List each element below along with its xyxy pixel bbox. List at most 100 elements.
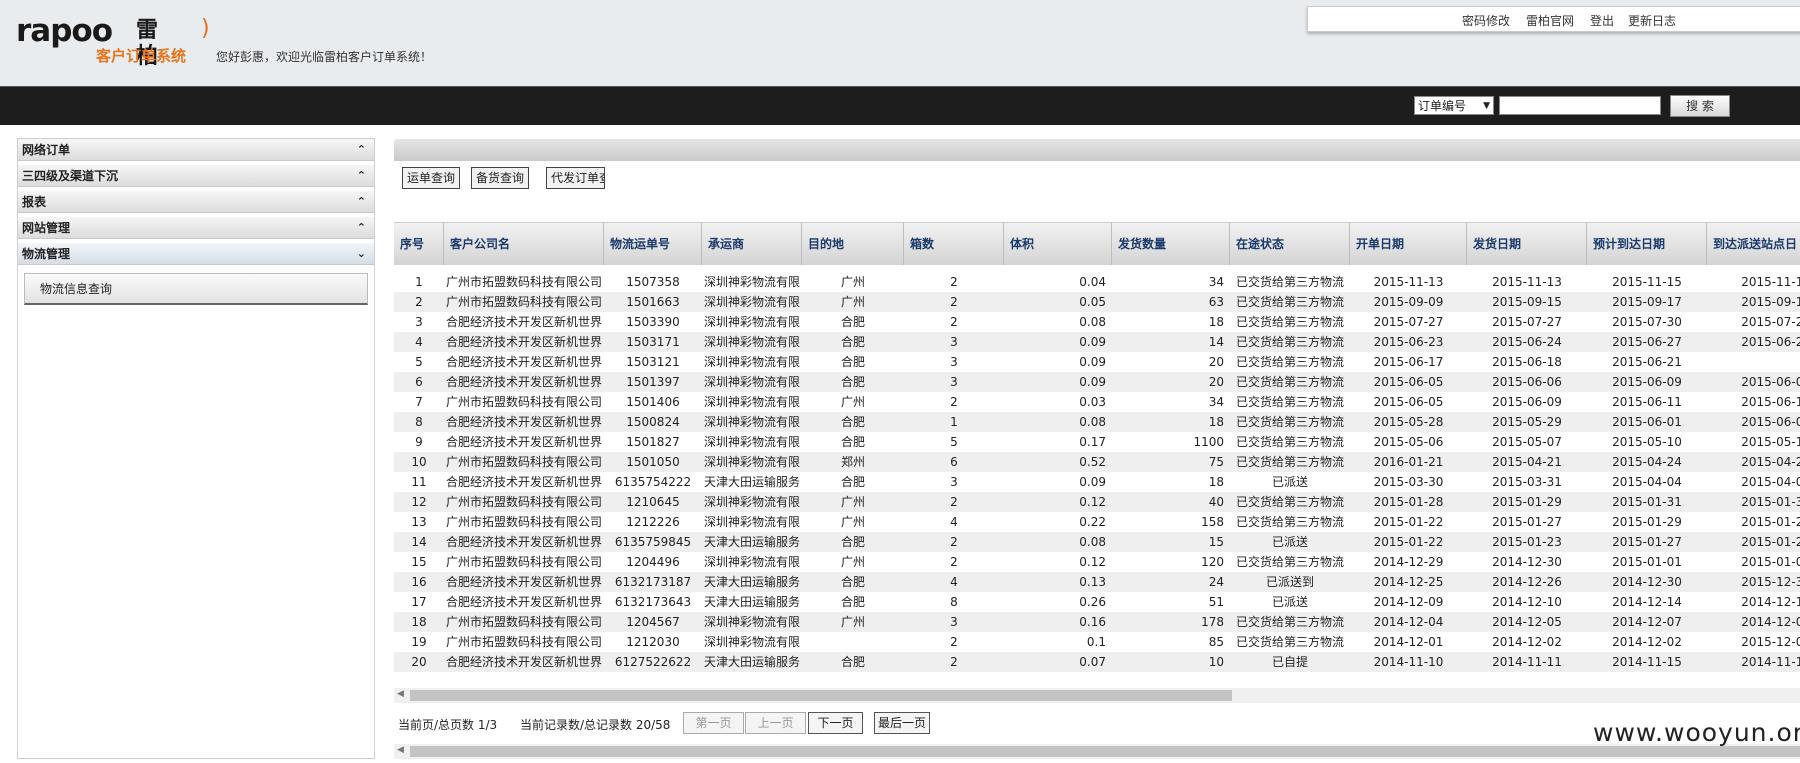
- cell-col-carrier: 深圳神彩物流有限: [704, 615, 801, 629]
- cell-col-ship-date: 2014-12-05: [1492, 615, 1562, 629]
- sidebar-item-reports[interactable]: 报表 ⌃: [18, 191, 374, 213]
- cell-col-quantity: 34: [1208, 395, 1224, 409]
- table-row[interactable]: 6 合肥经济技术开发区新机世界 1501397 深圳神彩物流有限 合肥 3 0.09 20 已交…: [394, 372, 1800, 392]
- table-row[interactable]: 9 合肥经济技术开发区新机世界 1501827 深圳神彩物流有限 合肥 5 0.17 1100…: [394, 432, 1800, 452]
- table-row[interactable]: 17 合肥经济技术开发区新机世界 6132173643 天津大田运输服务 合肥 8 0.26…: [394, 592, 1800, 612]
- cell-col-status: 已自提: [1271, 655, 1308, 669]
- cell-col-waybill: 1501406: [626, 395, 680, 409]
- sidebar-item-online-orders[interactable]: 网络订单 ⌃: [18, 139, 374, 161]
- first-page-button[interactable]: 第一页: [683, 712, 744, 734]
- page-horizontal-scrollbar[interactable]: ◀: [394, 744, 1800, 759]
- cell-col-status: 已交货给第三方物流: [1235, 635, 1344, 649]
- prev-page-button[interactable]: 上一页: [745, 712, 806, 734]
- table-row[interactable]: 10 广州市拓盟数码科技有限公司 1501050 深圳神彩物流有限 郑州 6 0.52 75 已…: [394, 452, 1800, 472]
- cell-col-volume: 0.12: [1079, 555, 1106, 569]
- cell-col-ship-date: 2015-11-13: [1492, 275, 1562, 289]
- cell-col-waybill: 1500824: [626, 415, 680, 429]
- cell-col-destination: 合肥: [840, 375, 865, 389]
- cell-col-eta: 2015-01-29: [1612, 515, 1682, 529]
- table-row[interactable]: 12 广州市拓盟数码科技有限公司 1210645 深圳神彩物流有限 广州 2 0.12 40 已…: [394, 492, 1800, 512]
- cell-col-carrier: 深圳神彩物流有限: [704, 515, 801, 529]
- sidebar-item-site-admin[interactable]: 网站管理 ⌃: [18, 217, 374, 239]
- cell-col-index: 3: [415, 315, 423, 329]
- cell-col-destination: 广州: [840, 295, 865, 309]
- table-row[interactable]: 19 广州市拓盟数码科技有限公司 1212030 深圳神彩物流有限 2 0.1 85 已交货给…: [394, 632, 1800, 652]
- cell-col-volume: 0.1: [1086, 635, 1106, 649]
- table-row[interactable]: 5 合肥经济技术开发区新机世界 1503121 深圳神彩物流有限 合肥 3 0.09 20 已交…: [394, 352, 1800, 372]
- table-row[interactable]: 15 广州市拓盟数码科技有限公司 1204496 深圳神彩物流有限 广州 2 0.12 120…: [394, 552, 1800, 572]
- scroll-left-icon[interactable]: ◀: [397, 689, 404, 699]
- cell-col-company: 合肥经济技术开发区新机世界: [446, 355, 603, 369]
- cell-col-volume: 0.22: [1079, 515, 1106, 529]
- table-row[interactable]: 2 广州市拓盟数码科技有限公司 1501663 深圳神彩物流有限 广州 2 0.05 63 已交…: [394, 292, 1800, 312]
- sidebar-subitem-logistics-query[interactable]: 物流信息查询: [24, 273, 368, 305]
- cell-col-status: 已交货给第三方物流: [1235, 275, 1344, 289]
- last-page-button[interactable]: 最后一页: [874, 712, 930, 734]
- table-row[interactable]: 18 广州市拓盟数码科技有限公司 1204567 深圳神彩物流有限 广州 3 0.16 178…: [394, 612, 1800, 632]
- cell-col-status: 已派送: [1271, 535, 1308, 549]
- cell-col-waybill: 6132173187: [614, 575, 692, 589]
- table-row[interactable]: 14 合肥经济技术开发区新机世界 6135759845 天津大田运输服务 合肥 2 0.08…: [394, 532, 1800, 552]
- cell-col-arrival: 2015-01-02: [1741, 555, 1800, 569]
- table-row[interactable]: 16 合肥经济技术开发区新机世界 6132173187 天津大田运输服务 合肥 4 0.13…: [394, 572, 1800, 592]
- cell-col-volume: 0.16: [1079, 615, 1106, 629]
- table-row[interactable]: 7 广州市拓盟数码科技有限公司 1501406 深圳神彩物流有限 广州 2 0.03 34 已交…: [394, 392, 1800, 412]
- scroll-left-icon[interactable]: ◀: [397, 745, 404, 755]
- sidebar-item-channel[interactable]: 三四级及渠道下沉 ⌃: [18, 165, 374, 187]
- cell-col-status: 已交货给第三方物流: [1235, 375, 1344, 389]
- cell-col-arrival: 2014-11-15: [1741, 655, 1800, 669]
- table-row[interactable]: 13 广州市拓盟数码科技有限公司 1212226 深圳神彩物流有限 广州 4 0.22 158…: [394, 512, 1800, 532]
- changelog-link[interactable]: 更新日志: [1628, 12, 1676, 29]
- search-button[interactable]: 搜 索: [1670, 95, 1730, 117]
- table-row[interactable]: 11 合肥经济技术开发区新机世界 6135754222 天津大田运输服务 合肥 3 0.09…: [394, 472, 1800, 492]
- cell-col-boxes: 8: [950, 595, 958, 609]
- chevron-up-icon: ⌃: [356, 169, 366, 182]
- cell-col-carrier: 深圳神彩物流有限: [704, 375, 801, 389]
- table-horizontal-scrollbar[interactable]: ◀: [394, 688, 1800, 703]
- cell-col-boxes: 1: [950, 415, 958, 429]
- cell-col-waybill: 1503390: [626, 315, 680, 329]
- cell-col-waybill: 1503121: [626, 355, 680, 369]
- cell-col-ship-date: 2014-11-11: [1492, 655, 1562, 669]
- cell-col-quantity: 85: [1208, 635, 1224, 649]
- cell-col-ship-date: 2015-07-27: [1492, 315, 1562, 329]
- cell-col-eta: 2015-06-27: [1612, 335, 1682, 349]
- table-row[interactable]: 3 合肥经济技术开发区新机世界 1503390 深圳神彩物流有限 合肥 2 0.08 18 已交…: [394, 312, 1800, 332]
- tab-dropship-query[interactable]: 代发订单查: [546, 167, 605, 189]
- scrollbar-thumb[interactable]: [410, 746, 1800, 757]
- cell-col-volume: 0.04: [1079, 275, 1106, 289]
- cell-col-index: 19: [411, 635, 427, 649]
- cell-col-carrier: 深圳神彩物流有限: [704, 335, 801, 349]
- cell-col-volume: 0.09: [1079, 375, 1106, 389]
- cell-col-quantity: 120: [1201, 555, 1224, 569]
- cell-col-waybill: 6127522622: [614, 655, 692, 669]
- next-page-button[interactable]: 下一页: [808, 712, 863, 734]
- sidebar-item-label: 物流管理: [22, 247, 71, 261]
- table-row[interactable]: 1 广州市拓盟数码科技有限公司 1507358 深圳神彩物流有限 广州 2 0.04 34 已交…: [394, 272, 1800, 292]
- cell-col-volume: 0.09: [1079, 355, 1106, 369]
- cell-col-eta: 2015-07-30: [1612, 315, 1682, 329]
- cell-col-waybill: 1501827: [626, 435, 680, 449]
- cell-col-company: 合肥经济技术开发区新机世界: [446, 315, 603, 329]
- logout-link[interactable]: 登出: [1590, 12, 1614, 29]
- tab-stock-query[interactable]: 备货查询: [471, 167, 529, 189]
- cell-col-waybill: 1212226: [626, 515, 680, 529]
- scrollbar-thumb[interactable]: [410, 690, 1232, 701]
- table-row[interactable]: 4 合肥经济技术开发区新机世界 1503171 深圳神彩物流有限 合肥 3 0.09 14 已交…: [394, 332, 1800, 352]
- cell-col-eta: 2015-04-04: [1612, 475, 1682, 489]
- search-input[interactable]: [1499, 96, 1661, 115]
- cell-col-index: 9: [415, 435, 423, 449]
- cell-col-index: 2: [415, 295, 423, 309]
- cell-col-company: 合肥经济技术开发区新机世界: [446, 335, 603, 349]
- change-password-link[interactable]: 密码修改: [1462, 12, 1510, 29]
- rapoo-site-link[interactable]: 雷柏官网: [1526, 12, 1574, 29]
- search-field-select[interactable]: 订单编号 ▼: [1414, 96, 1494, 115]
- cell-col-arrival: 2015-04-04: [1741, 475, 1800, 489]
- cell-col-destination: 广州: [840, 615, 865, 629]
- table-row[interactable]: 8 合肥经济技术开发区新机世界 1500824 深圳神彩物流有限 合肥 1 0.08 18 已交…: [394, 412, 1800, 432]
- sidebar-item-label: 报表: [22, 195, 47, 209]
- logistics-table: 序号 客户公司名 物流运单号 承运商 目的地 箱数 体积 发货数量 在途状态 开单日期 发货日期 预计…: [394, 222, 1800, 687]
- table-row[interactable]: 20 合肥经济技术开发区新机世界 6127522622 天津大田运输服务 合肥 2 0.07…: [394, 652, 1800, 672]
- tab-waybill-query[interactable]: 运单查询: [402, 167, 460, 189]
- sidebar-item-logistics[interactable]: 物流管理 ⌄: [18, 243, 374, 265]
